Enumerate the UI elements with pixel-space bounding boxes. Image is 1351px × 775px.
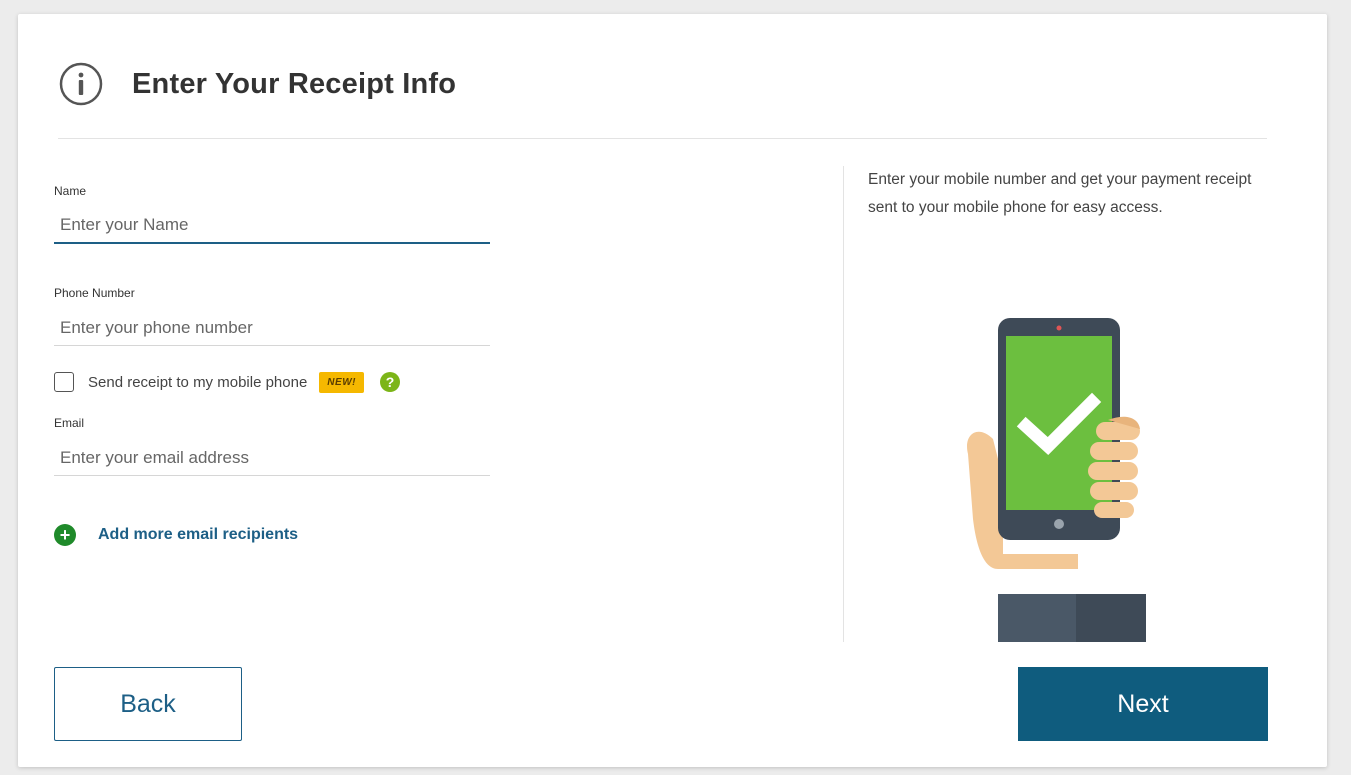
phone-label: Phone Number [54, 286, 135, 300]
back-button[interactable]: Back [54, 667, 242, 741]
page-title: Enter Your Receipt Info [132, 67, 457, 100]
phone-checkmark-illustration [958, 304, 1158, 642]
header-divider [58, 138, 1267, 139]
info-circle-icon [58, 61, 104, 107]
sms-receipt-label[interactable]: Send receipt to my mobile phone [88, 374, 307, 391]
receipt-info-card: Enter Your Receipt Info Name Phone Numbe… [18, 14, 1327, 767]
add-email-recipients-link[interactable]: + Add more email recipients [54, 524, 298, 546]
name-field-group: Name [54, 184, 490, 244]
sms-receipt-checkbox[interactable] [54, 372, 74, 392]
name-input[interactable] [54, 208, 490, 244]
email-input[interactable] [54, 440, 490, 476]
name-label: Name [54, 184, 87, 198]
email-field-group: Email [54, 416, 490, 476]
sms-receipt-row: Send receipt to my mobile phone NEW! ? [54, 369, 400, 395]
phone-field-group: Phone Number [54, 286, 490, 346]
phone-input[interactable] [54, 310, 490, 346]
question-icon[interactable]: ? [379, 372, 400, 392]
sms-description: Enter your mobile number and get your pa… [868, 171, 1252, 216]
email-label: Email [54, 416, 85, 430]
add-email-recipients-label: Add more email recipients [98, 526, 299, 543]
next-button[interactable]: Next [1018, 667, 1268, 741]
header: Enter Your Receipt Info [58, 54, 456, 114]
plus-icon: + [54, 524, 76, 546]
new-badge: NEW! [319, 371, 364, 393]
vertical-divider [843, 166, 844, 642]
